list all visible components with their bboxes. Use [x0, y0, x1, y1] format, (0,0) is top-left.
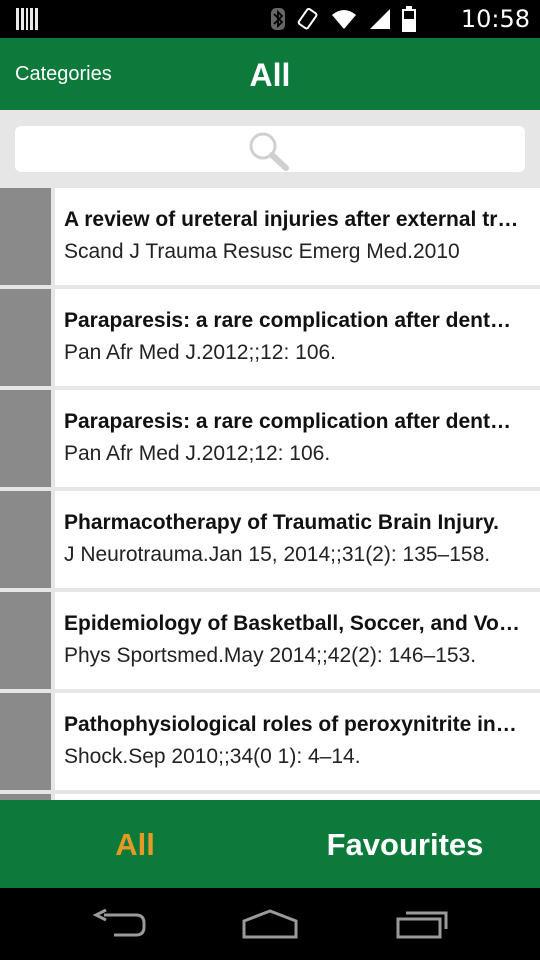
system-nav-bar: [0, 888, 540, 960]
back-button[interactable]: [80, 902, 160, 946]
categories-button[interactable]: Categories: [15, 38, 112, 110]
article-thumbnail: [0, 289, 51, 386]
article-title: Pharmacotherapy of Traumatic Brain Injur…: [64, 511, 499, 534]
list-item[interactable]: Pathophysiological roles of peroxynitrit…: [0, 693, 540, 790]
article-source: J Neurotrauma.Jan 15, 2014;;31(2): 135–1…: [64, 543, 491, 566]
search-icon: [249, 132, 289, 171]
article-thumbnail: [0, 693, 51, 790]
list-item[interactable]: Paraparesis: a rare complication after d…: [0, 289, 540, 386]
recent-apps-icon: [396, 911, 448, 939]
search-box[interactable]: [15, 126, 525, 172]
article-thumbnail: [0, 592, 51, 689]
bluetooth-icon: [271, 8, 285, 30]
home-button[interactable]: [230, 902, 310, 946]
article-title: Epidemiology of Basketball, Soccer, and …: [64, 612, 522, 635]
tab-favourites[interactable]: Favourites: [270, 800, 540, 888]
article-source: Phys Sportsmed.May 2014;;42(2): 146–153.: [64, 644, 477, 667]
search-area: [0, 110, 540, 188]
article-source: Scand J Trauma Resusc Emerg Med.2010: [64, 240, 460, 263]
app-header: Categories All: [0, 38, 540, 110]
thumbnail-divider: [51, 390, 55, 487]
article-title: Pathophysiological roles of peroxynitrit…: [64, 713, 522, 736]
article-source: Pan Afr Med J.2012;12: 106.: [64, 442, 331, 465]
list-item[interactable]: Epidemiology of Basketball, Soccer, and …: [0, 592, 540, 689]
status-bar: 10:58: [0, 0, 540, 38]
article-title: A review of ureteral injuries after exte…: [64, 208, 522, 231]
article-thumbnail: [0, 390, 51, 487]
article-thumbnail: [0, 188, 51, 285]
thumbnail-divider: [51, 693, 55, 790]
list-item[interactable]: Pharmacotherapy of Traumatic Brain Injur…: [0, 491, 540, 588]
back-icon: [92, 909, 146, 937]
wifi-icon: [332, 10, 356, 29]
status-icons: [270, 6, 416, 32]
article-title: Paraparesis: a rare complication after d…: [64, 309, 522, 332]
article-source: Shock.Sep 2010;;34(0 1): 4–14.: [64, 745, 361, 768]
signal-icon: [370, 9, 390, 29]
article-title: Paraparesis: a rare complication after d…: [64, 410, 522, 433]
rotate-icon: [297, 7, 318, 30]
thumbnail-divider: [51, 289, 55, 386]
barcode-icon: [16, 8, 38, 30]
list-item[interactable]: Paraparesis: a rare complication after d…: [0, 390, 540, 487]
thumbnail-divider: [51, 592, 55, 689]
recent-apps-button[interactable]: [382, 902, 462, 946]
thumbnail-divider: [51, 188, 55, 285]
clock: 10:58: [460, 5, 530, 33]
home-icon: [242, 909, 298, 939]
tab-all[interactable]: All: [0, 800, 270, 888]
article-source: Pan Afr Med J.2012;;12: 106.: [64, 341, 337, 364]
battery-icon: [402, 6, 416, 32]
bottom-tab-bar: All Favourites: [0, 800, 540, 888]
thumbnail-divider: [51, 491, 55, 588]
article-list[interactable]: A review of ureteral injuries after exte…: [0, 188, 540, 800]
list-item[interactable]: A review of ureteral injuries after exte…: [0, 188, 540, 285]
article-thumbnail: [0, 491, 51, 588]
